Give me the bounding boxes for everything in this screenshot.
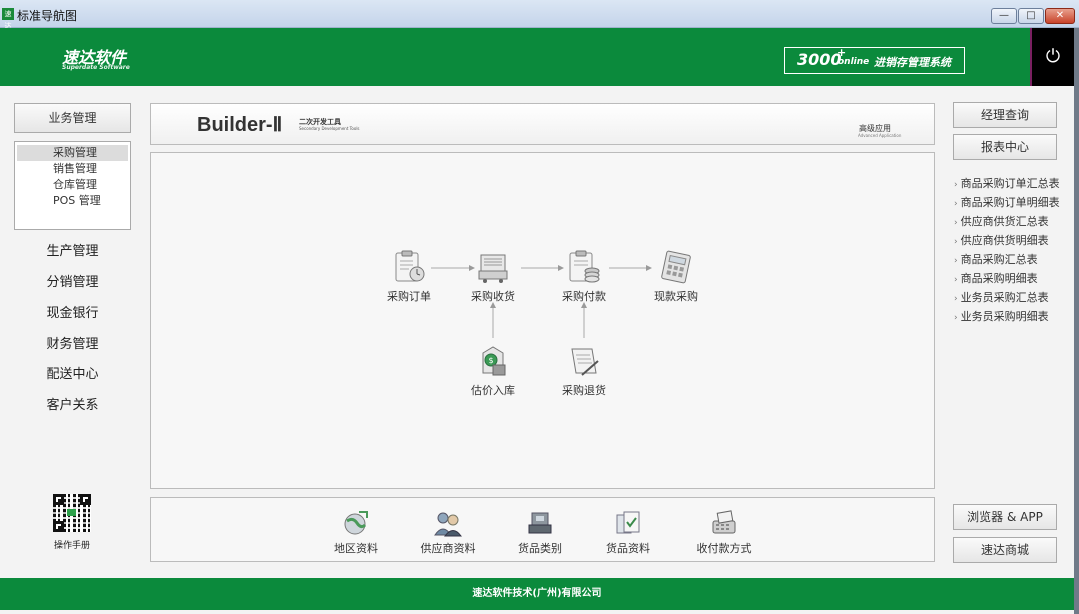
product-name: 进销存管理系统 xyxy=(874,56,951,69)
scale-icon xyxy=(528,512,552,534)
business-submenu: 采购管理 销售管理 仓库管理 POS 管理 xyxy=(14,141,131,230)
chevron-right-icon: › xyxy=(954,294,958,304)
sidebar-item-crm[interactable]: 客户关系 xyxy=(14,394,131,413)
manager-query-button[interactable]: 经理查询 xyxy=(953,102,1057,128)
tool-region[interactable]: 地区资料 xyxy=(318,509,394,556)
card-terminal-icon xyxy=(712,510,736,534)
flow-cash-purchase[interactable]: 现款采购 xyxy=(641,249,711,304)
submenu-item-warehouse[interactable]: 仓库管理 xyxy=(17,177,128,193)
chevron-right-icon: › xyxy=(954,313,958,323)
flow-arrows xyxy=(431,265,652,338)
chevron-right-icon: › xyxy=(954,256,958,266)
flow-purchase-return-label: 采购退货 xyxy=(562,384,606,397)
receipt-pen-icon xyxy=(571,348,599,376)
calculator-icon xyxy=(661,250,691,284)
flow-purchase-order[interactable]: 采购订单 xyxy=(374,249,444,304)
svg-text:$: $ xyxy=(488,356,493,365)
product-edition: online xyxy=(838,57,870,67)
report-center-button[interactable]: 报表中心 xyxy=(953,134,1057,160)
tool-goods-info[interactable]: 货品资料 xyxy=(590,509,666,556)
chevron-right-icon: › xyxy=(954,199,958,209)
flow-estimated-stock-in[interactable]: $ 估价入库 xyxy=(458,343,528,398)
tool-region-label: 地区资料 xyxy=(334,542,378,555)
chevron-right-icon: › xyxy=(954,218,958,228)
manual-label[interactable]: 操作手册 xyxy=(40,538,104,551)
window-titlebar: 速达 标准导航图 — □ ✕ xyxy=(0,0,1079,30)
builder-banner: Builder-Ⅱ 二次开发工具 Secondary Development T… xyxy=(150,103,935,145)
report-link[interactable]: › 商品采购汇总表 xyxy=(954,250,1074,269)
minimize-button[interactable]: — xyxy=(991,8,1017,24)
document-check-icon xyxy=(616,511,640,534)
flow-purchase-order-label: 采购订单 xyxy=(387,290,431,303)
tool-goods-category[interactable]: 货品类别 xyxy=(502,509,578,556)
submenu-item-pos[interactable]: POS 管理 xyxy=(17,193,128,209)
tool-payment-method-label: 收付款方式 xyxy=(696,542,752,555)
clipboard-clock-icon xyxy=(395,250,425,282)
globe-icon xyxy=(344,511,368,535)
flow-purchase-receipt[interactable]: 采购收货 xyxy=(458,249,528,304)
power-icon[interactable]: ⏻ xyxy=(1030,28,1074,86)
tool-supplier[interactable]: 供应商资料 xyxy=(410,509,486,556)
report-link[interactable]: › 商品采购订单汇总表 xyxy=(954,174,1074,193)
tool-payment-method[interactable]: 收付款方式 xyxy=(686,509,762,556)
sidebar-item-production[interactable]: 生产管理 xyxy=(14,240,131,259)
browser-app-button[interactable]: 浏览器 & APP xyxy=(953,504,1057,530)
builder-brand-en: Secondary Development Tools xyxy=(299,126,360,131)
report-list: › 商品采购订单汇总表 › 商品采购订单明细表 › 供应商供货汇总表 › 供应商供货明细… xyxy=(954,174,1074,326)
flow-estimated-stock-in-label: 估价入库 xyxy=(471,384,515,397)
window-right-border xyxy=(1074,28,1079,614)
sidebar-item-distribution[interactable]: 分销管理 xyxy=(14,271,131,290)
sidebar-item-finance[interactable]: 财务管理 xyxy=(14,333,131,352)
sidebar-item-delivery[interactable]: 配送中心 xyxy=(14,363,131,382)
flow-purchase-payment-label: 采购付款 xyxy=(562,290,606,303)
flow-purchase-payment[interactable]: 采购付款 xyxy=(549,249,619,304)
tool-goods-category-label: 货品类别 xyxy=(518,542,562,555)
advanced-app-subtitle: Advanced Application xyxy=(858,133,902,138)
purchase-flow-panel: 采购订单 采购收货 采购付款 现款采购 $ 估价入库 采购退货 xyxy=(150,152,935,489)
chevron-right-icon: › xyxy=(954,180,958,190)
footer-company: 速达软件技术(广州)有限公司 xyxy=(0,578,1074,610)
sidebar-item-cash-bank[interactable]: 现金银行 xyxy=(14,302,131,321)
people-icon xyxy=(434,512,462,537)
report-link[interactable]: › 供应商供货汇总表 xyxy=(954,212,1074,231)
report-link[interactable]: › 业务员采购明细表 xyxy=(954,307,1074,326)
flow-purchase-receipt-label: 采购收货 xyxy=(471,290,515,303)
flow-cash-purchase-label: 现款采购 xyxy=(654,290,698,303)
report-link[interactable]: › 商品采购订单明细表 xyxy=(954,193,1074,212)
report-link[interactable]: › 业务员采购汇总表 xyxy=(954,288,1074,307)
flow-purchase-return[interactable]: 采购退货 xyxy=(549,343,619,398)
submenu-item-sales[interactable]: 销售管理 xyxy=(17,161,128,177)
tool-supplier-label: 供应商资料 xyxy=(420,542,476,555)
app-icon: 速达 xyxy=(2,8,14,30)
tool-goods-info-label: 货品资料 xyxy=(606,542,650,555)
base-data-toolbar: 地区资料 供应商资料 货品类别 货品资料 收付款方式 xyxy=(150,497,935,562)
app-header: 速达软件 Superdate Software 3000 + online 进销… xyxy=(0,28,1079,86)
close-button[interactable]: ✕ xyxy=(1045,8,1075,24)
chevron-right-icon: › xyxy=(954,237,958,247)
builder-brand: Builder-Ⅱ xyxy=(197,114,283,136)
window-title: 标准导航图 xyxy=(17,9,78,23)
money-bag-icon: $ xyxy=(482,346,506,376)
clipboard-coins-icon xyxy=(569,250,600,283)
product-version: 3000 xyxy=(797,50,842,69)
report-link[interactable]: › 商品采购明细表 xyxy=(954,269,1074,288)
product-badge: 3000 + online 进销存管理系统 xyxy=(784,46,965,74)
submenu-item-purchase[interactable]: 采购管理 xyxy=(17,145,128,161)
report-link[interactable]: › 供应商供货明细表 xyxy=(954,231,1074,250)
cash-register-icon xyxy=(478,254,508,283)
company-logo-subtitle: Superdate Software xyxy=(62,64,130,71)
business-management-button[interactable]: 业务管理 xyxy=(14,103,131,133)
mall-button[interactable]: 速达商城 xyxy=(953,537,1057,563)
chevron-right-icon: › xyxy=(954,275,958,285)
maximize-button[interactable]: □ xyxy=(1018,8,1044,24)
